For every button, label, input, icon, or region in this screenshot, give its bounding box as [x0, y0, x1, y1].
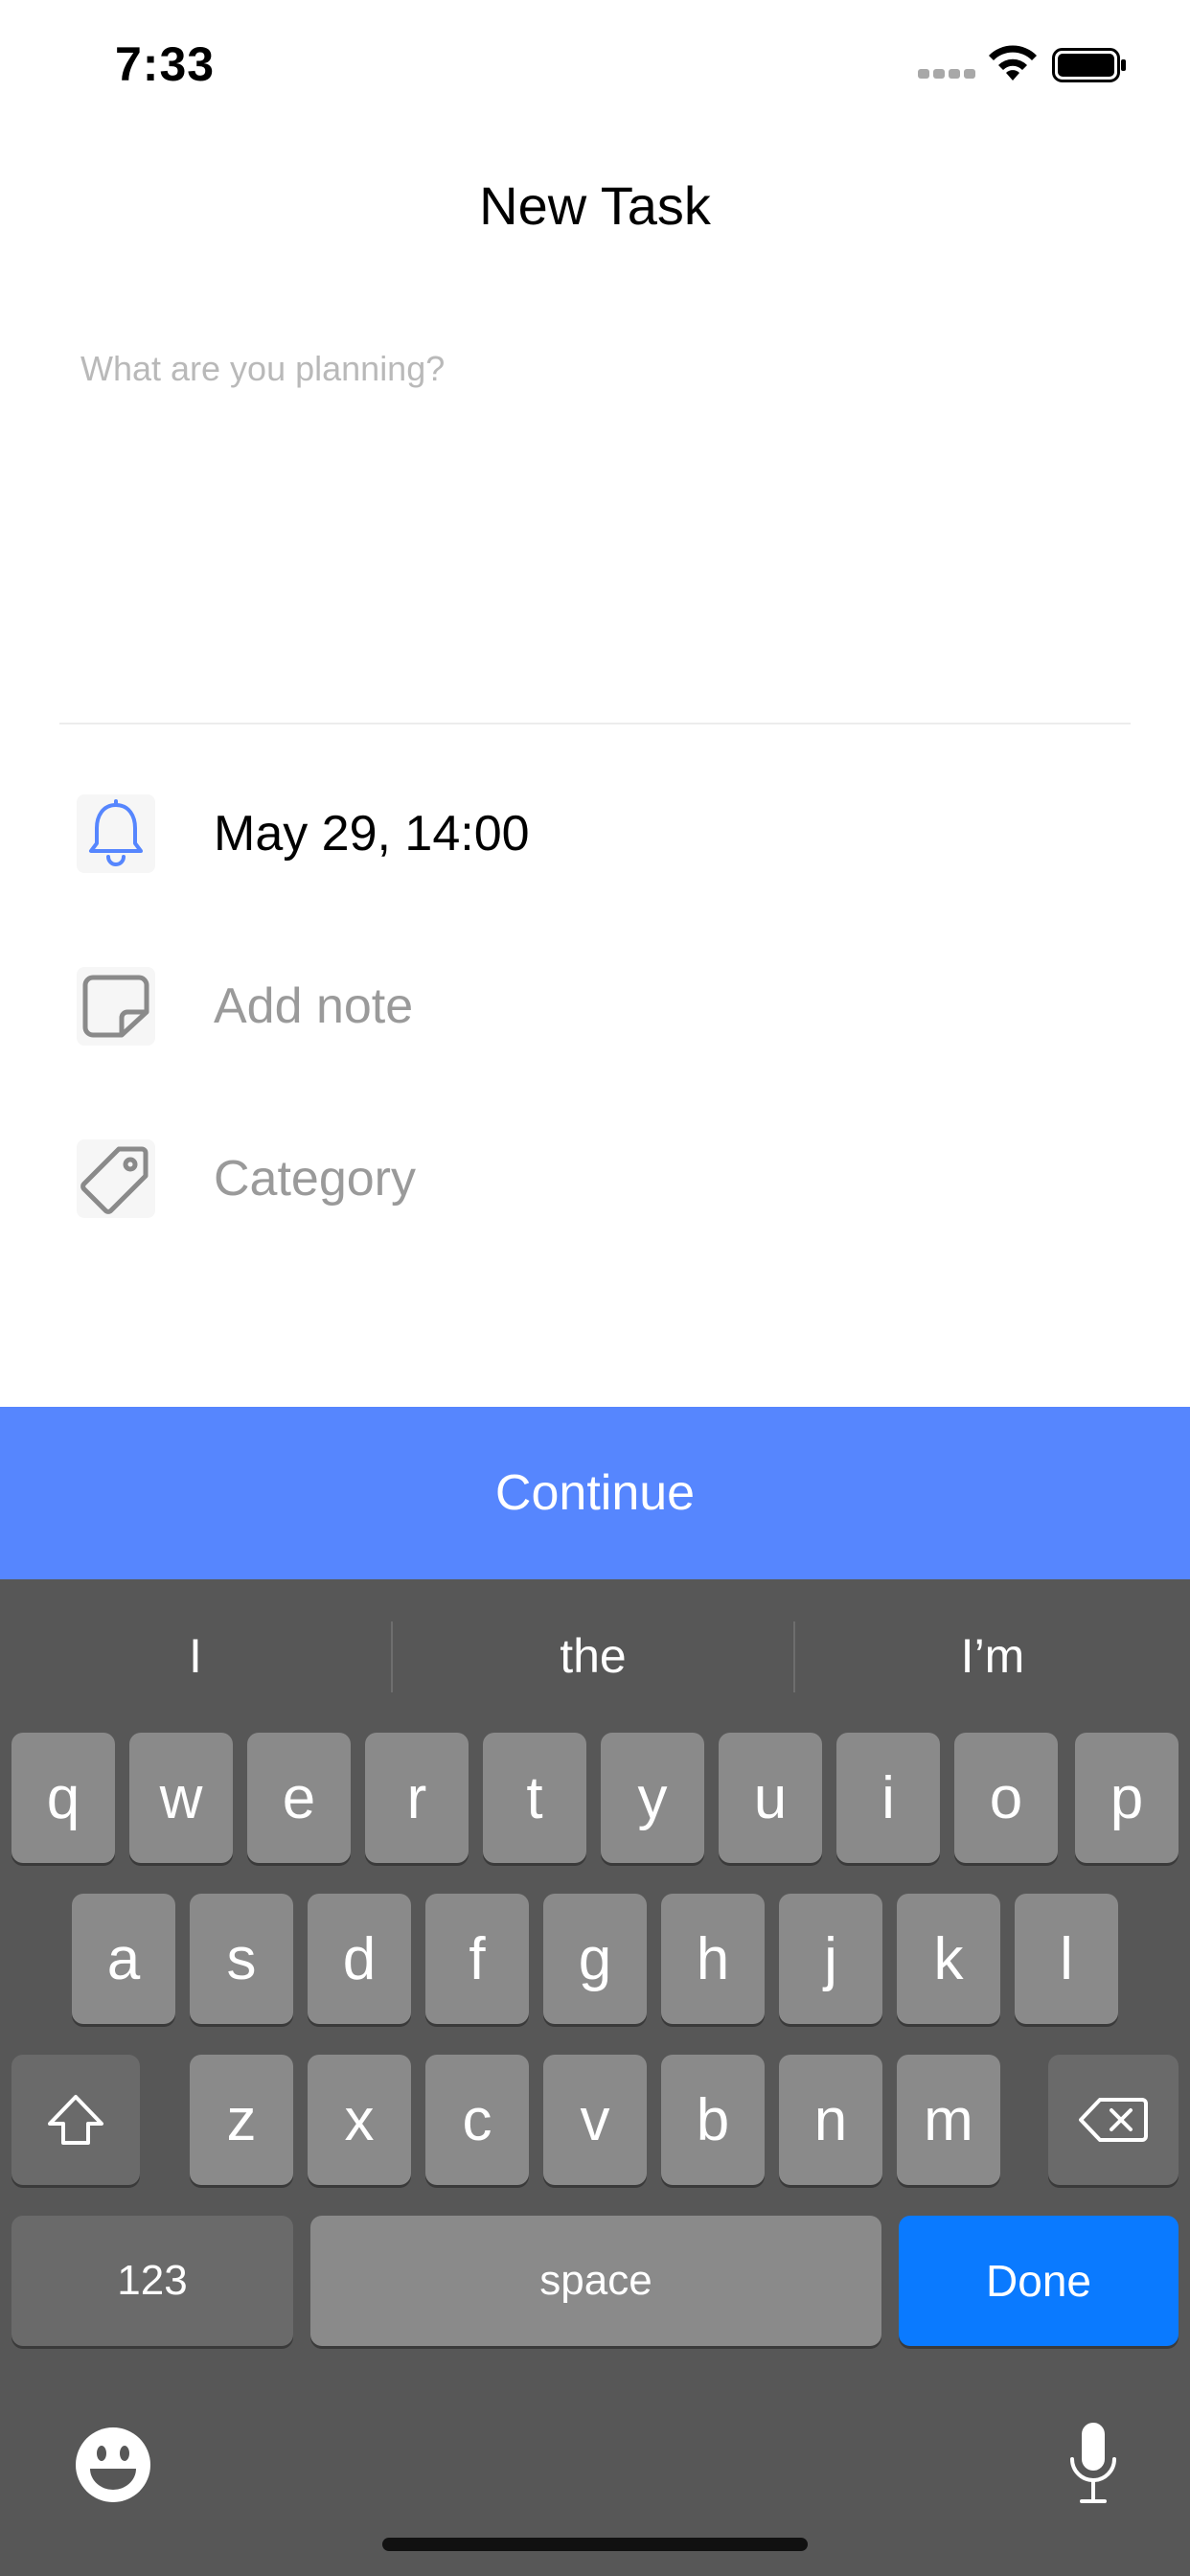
- key-p[interactable]: p: [1075, 1733, 1179, 1863]
- wifi-icon: [989, 45, 1037, 80]
- key-r[interactable]: r: [365, 1733, 469, 1863]
- key-i[interactable]: i: [836, 1733, 940, 1863]
- key-s[interactable]: s: [190, 1894, 293, 2024]
- status-bar: 7:33: [0, 0, 1190, 134]
- key-q[interactable]: q: [11, 1733, 115, 1863]
- key-b[interactable]: b: [661, 2055, 765, 2185]
- key-x[interactable]: x: [308, 2055, 411, 2185]
- key-n[interactable]: n: [779, 2055, 882, 2185]
- key-d[interactable]: d: [308, 1894, 411, 2024]
- tag-icon: [77, 1139, 155, 1218]
- key-u[interactable]: u: [719, 1733, 822, 1863]
- space-key[interactable]: space: [310, 2216, 881, 2346]
- status-time: 7:33: [115, 37, 216, 91]
- divider: [59, 723, 1131, 724]
- key-e[interactable]: e: [247, 1733, 351, 1863]
- key-w[interactable]: w: [129, 1733, 233, 1863]
- key-k[interactable]: k: [897, 1894, 1000, 2024]
- key-a[interactable]: a: [72, 1894, 175, 2024]
- keyboard-bottom-bar: [0, 2405, 1190, 2520]
- shift-key[interactable]: [11, 2055, 140, 2185]
- key-j[interactable]: j: [779, 1894, 882, 2024]
- category-row[interactable]: Category: [0, 1116, 1190, 1241]
- category-label: Category: [214, 1151, 416, 1207]
- backspace-icon: [1079, 2098, 1148, 2142]
- note-icon: [77, 967, 155, 1046]
- microphone-icon[interactable]: [1067, 2419, 1119, 2511]
- key-f[interactable]: f: [425, 1894, 529, 2024]
- continue-button[interactable]: Continue: [0, 1407, 1190, 1579]
- key-h[interactable]: h: [661, 1894, 765, 2024]
- battery-icon: [1052, 48, 1126, 82]
- suggestion-2[interactable]: the: [393, 1579, 793, 1733]
- key-v[interactable]: v: [543, 2055, 647, 2185]
- key-y[interactable]: y: [601, 1733, 704, 1863]
- key-c[interactable]: c: [425, 2055, 529, 2185]
- key-m[interactable]: m: [897, 2055, 1000, 2185]
- page-title: New Task: [479, 175, 711, 236]
- bell-icon: [77, 794, 155, 873]
- cellular-signal-icon: [918, 69, 975, 80]
- key-o[interactable]: o: [954, 1733, 1058, 1863]
- home-indicator: [382, 2538, 808, 2551]
- keyboard: I the I’m q w e r t y u i o p a s d f g …: [0, 1579, 1190, 2576]
- task-input[interactable]: [80, 326, 1115, 412]
- key-z[interactable]: z: [190, 2055, 293, 2185]
- emoji-icon[interactable]: [73, 2425, 153, 2505]
- delete-key[interactable]: [1048, 2055, 1179, 2185]
- add-note-row[interactable]: Add note: [0, 944, 1190, 1069]
- key-t[interactable]: t: [483, 1733, 586, 1863]
- shift-icon: [48, 2095, 103, 2145]
- suggestion-3[interactable]: I’m: [795, 1579, 1190, 1733]
- reminder-label: May 29, 14:00: [214, 806, 530, 862]
- key-g[interactable]: g: [543, 1894, 647, 2024]
- suggestion-bar: I the I’m: [0, 1579, 1190, 1733]
- reminder-row[interactable]: May 29, 14:00: [0, 771, 1190, 896]
- suggestion-1[interactable]: I: [0, 1579, 391, 1733]
- key-l[interactable]: l: [1015, 1894, 1118, 2024]
- add-note-label: Add note: [214, 978, 414, 1034]
- done-key[interactable]: Done: [899, 2216, 1179, 2346]
- numbers-key[interactable]: 123: [11, 2216, 293, 2346]
